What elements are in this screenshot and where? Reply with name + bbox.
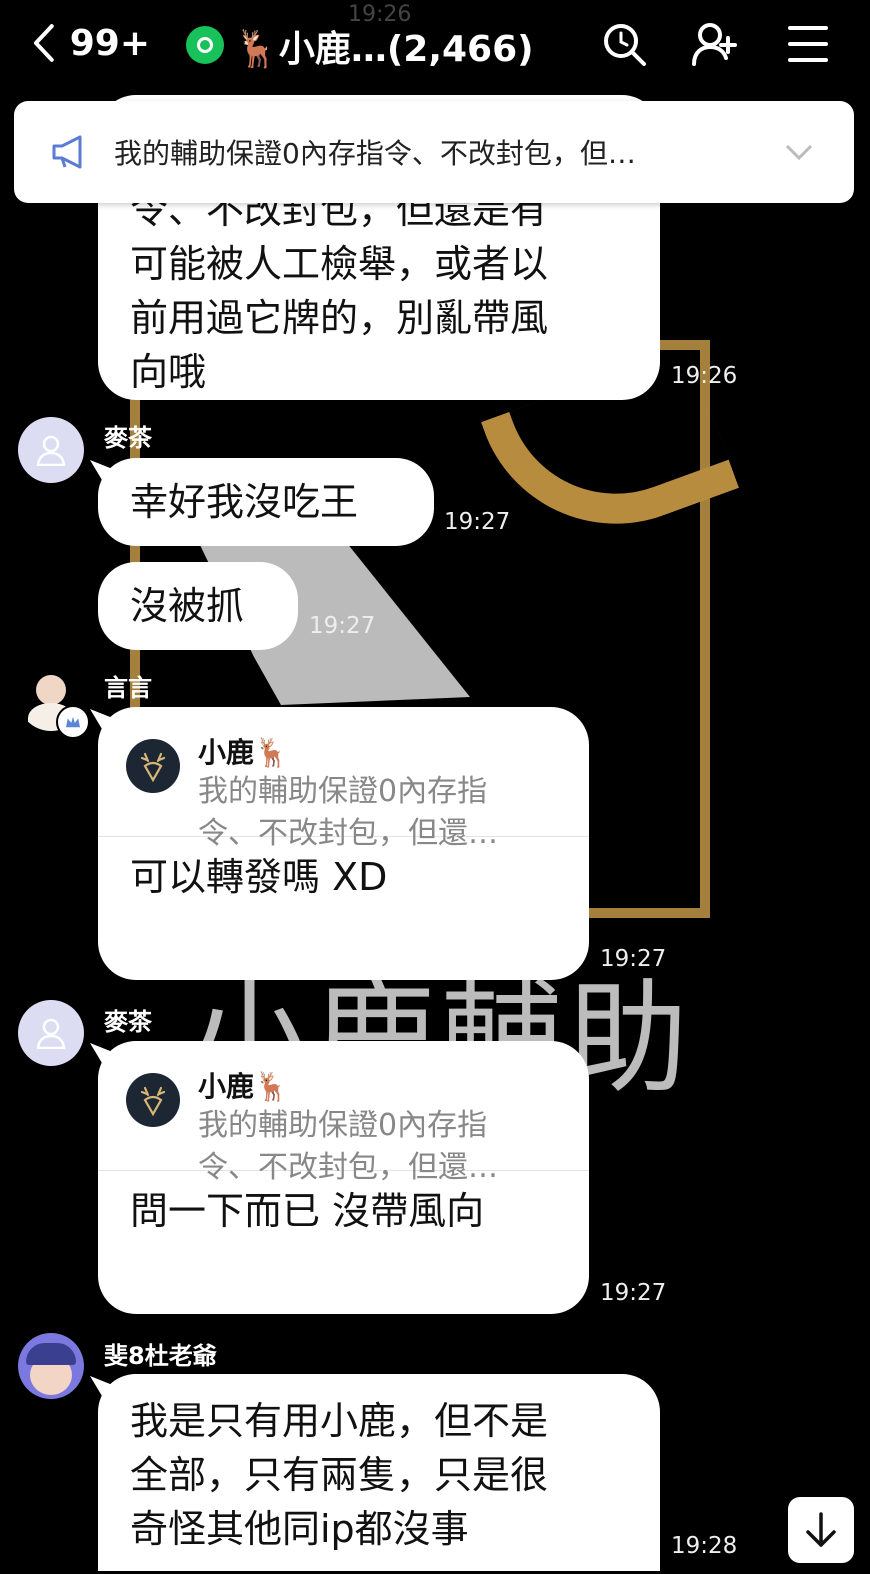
- message-time: 19:27: [444, 509, 511, 535]
- sender-name: 斐8杜老爺: [104, 1342, 217, 1370]
- user-icon: [36, 1018, 66, 1049]
- avatar[interactable]: [18, 417, 84, 483]
- message-text: 幸好我沒吃王: [130, 480, 359, 524]
- quoted-message[interactable]: 小鹿🦌 我的輔助保證0內存指 令、不改封包，但還…: [98, 1041, 589, 1185]
- user-icon: [36, 435, 66, 466]
- message-text: 可以轉發嗎 XD: [130, 855, 388, 899]
- open-chat-icon: [186, 26, 224, 64]
- message-text: 沒被抓: [130, 584, 245, 628]
- sender-name: 麥茶: [104, 1008, 152, 1036]
- quoted-message[interactable]: 小鹿🦌 我的輔助保證0內存指 令、不改封包，但還…: [98, 707, 589, 851]
- message-bubble[interactable]: 沒被抓: [98, 562, 298, 650]
- message-time: 19:27: [600, 946, 667, 972]
- back-button[interactable]: 99+: [30, 18, 150, 68]
- chevron-down-icon[interactable]: [784, 137, 814, 167]
- avatar[interactable]: [18, 1000, 84, 1066]
- menu-button[interactable]: [784, 20, 832, 68]
- search-icon: [604, 24, 646, 66]
- announcement-banner[interactable]: 我的輔助保證0內存指令、不改封包，但…: [14, 101, 854, 203]
- unread-count: 99+: [69, 22, 150, 64]
- scroll-to-bottom-button[interactable]: [788, 1497, 854, 1563]
- message-time: 19:27: [600, 1280, 667, 1306]
- menu-icon: [788, 26, 828, 62]
- sender-name: 麥茶: [104, 424, 152, 452]
- arrow-down-icon: [806, 1512, 836, 1547]
- avatar[interactable]: [18, 1333, 84, 1399]
- chevron-left-icon: [33, 24, 54, 62]
- crown-icon: [56, 705, 90, 739]
- message-text: 我是只有用小鹿，但不是 全部，只有兩隻，只是很 奇怪其他同ip都沒事: [130, 1399, 549, 1551]
- reply-message-bubble[interactable]: 小鹿🦌 我的輔助保證0內存指 令、不改封包，但還… 問一下而已 沒帶風向: [90, 1041, 589, 1314]
- megaphone-icon: [52, 135, 82, 169]
- quoted-sender: 小鹿🦌: [198, 1070, 289, 1103]
- add-friend-button[interactable]: [690, 20, 738, 68]
- message-time: 19:28: [671, 1533, 738, 1559]
- message-bubble[interactable]: 我是只有用小鹿，但不是 全部，只有兩隻，只是很 奇怪其他同ip都沒事: [90, 1374, 660, 1571]
- message-text: 問一下而已 沒帶風向: [130, 1189, 485, 1233]
- message-bubble[interactable]: 幸好我沒吃王: [90, 458, 434, 546]
- message-time: 19:26: [671, 363, 738, 389]
- add-friend-icon: [692, 23, 737, 66]
- sender-name: 言言: [104, 674, 152, 702]
- quoted-text: 我的輔助保證0內存指 令、不改封包，但還…: [198, 774, 498, 851]
- quoted-text: 我的輔助保證0內存指 令、不改封包，但還…: [198, 1108, 498, 1185]
- chat-header: 99+ 🦌小鹿…(2,466): [0, 0, 870, 88]
- reply-message-bubble[interactable]: 小鹿🦌 我的輔助保證0內存指 令、不改封包，但還… 可以轉發嗎 XD: [90, 707, 589, 980]
- search-button[interactable]: [600, 20, 648, 68]
- deer-icon: [126, 739, 180, 793]
- chat-title[interactable]: 🦌小鹿…(2,466): [234, 20, 534, 72]
- quoted-sender: 小鹿🦌: [198, 736, 289, 769]
- announcement-text: 我的輔助保證0內存指令、不改封包，但…: [114, 137, 636, 170]
- deer-icon: [126, 1073, 180, 1127]
- message-time: 19:27: [309, 613, 376, 639]
